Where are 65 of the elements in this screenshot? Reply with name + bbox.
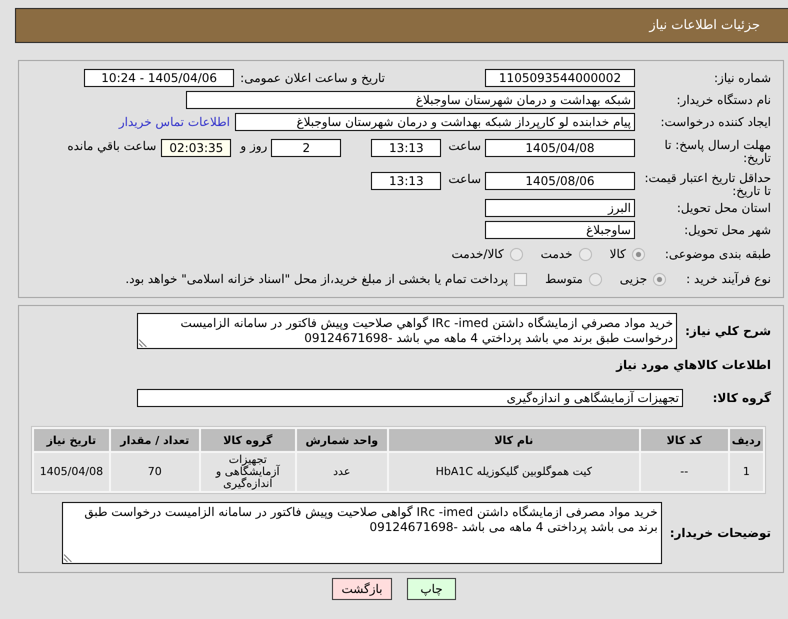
- field-label: شرح کلي نیاز:: [685, 324, 771, 338]
- radio-button[interactable]: [632, 248, 645, 260]
- table-cell: تجهیزات آزمایشگاهی و اندازه‌گیری: [200, 453, 295, 491]
- input-field[interactable]: پیام خدابنده لو کارپرداز شبکه بهداشت و درمان شهرستان ساوجبلاغ: [235, 113, 635, 131]
- column-header: تاریخ نیاز: [34, 429, 109, 451]
- field-label: شهر محل تحویل:: [683, 224, 771, 236]
- field-label: گروه کالا:: [712, 391, 771, 405]
- field-label: مهلت ارسال پاسخ: تا تاریخ:: [663, 139, 771, 165]
- input-field[interactable]: 13:13: [371, 139, 442, 157]
- input-field[interactable]: ساوجبلاغ: [485, 221, 635, 239]
- input-field[interactable]: 2: [271, 139, 342, 157]
- buyer-contact-link[interactable]: اطلاعات تماس خریدار: [118, 115, 230, 129]
- column-header: گروه کالا: [200, 429, 295, 451]
- field-label: تاریخ و ساعت اعلان عمومی:: [240, 71, 385, 85]
- description-field[interactable]: خريد مواد مصرفي ازمايشگاه داشتن IRc -imed گواهي صلاحيت وپيش فاکتور در سامانه الزاميست درخواست طبق برند مي باشد پرداختي 4 ماهه مي باشد -09124671698: [137, 313, 678, 349]
- input-field[interactable]: تجهیزات آزمایشگاهی و اندازه‌گیری: [137, 389, 683, 407]
- column-header: واحد شمارش: [296, 429, 387, 451]
- column-header: تعداد / مقدار: [110, 429, 199, 451]
- option-label: کالا: [610, 247, 626, 261]
- input-field[interactable]: 1405/04/06 - 10:24: [84, 69, 234, 87]
- field-label: طبقه بندی موضوعی:: [664, 248, 771, 260]
- checkbox-label: پرداخت تمام یا بخشی از مبلغ خرید،از محل "اسناد خزانه اسلامی" خواهد بود.: [125, 272, 508, 286]
- radio-button[interactable]: [588, 272, 602, 286]
- field-label: ساعت: [448, 139, 481, 153]
- option-label: کالا/خدمت: [451, 247, 504, 261]
- column-header: کد کالا: [640, 429, 728, 451]
- column-header: ردیف: [730, 429, 763, 451]
- field-label: ساعت باقي مانده: [67, 139, 156, 153]
- input-field[interactable]: 13:13: [371, 172, 442, 190]
- radio-button[interactable]: [578, 248, 592, 260]
- table-cell: 1: [730, 453, 763, 491]
- input-field[interactable]: 1405/08/06: [485, 172, 635, 190]
- radio-button[interactable]: [510, 248, 523, 260]
- option-label: جزیی: [620, 272, 648, 286]
- resize-grip-icon[interactable]: [64, 554, 72, 562]
- table-cell: 70: [110, 453, 199, 491]
- option-label: متوسط: [545, 272, 583, 286]
- field-label: نام دستگاه خریدار:: [676, 94, 771, 106]
- table-cell: عدد: [296, 453, 387, 491]
- table-cell: 1405/04/08: [34, 453, 109, 491]
- input-field[interactable]: شبکه بهداشت و درمان شهرستان ساوجبلاغ: [186, 91, 635, 109]
- option-label: خدمت: [540, 247, 573, 261]
- resize-grip-icon[interactable]: [139, 339, 148, 347]
- notes-field[interactable]: خرید مواد مصرفی ازمایشگاه داشتن IRc -imed گواهی صلاحیت وپیش فاکتور در سامانه الزامیست درخواست طبق برند می باشد پرداختی 4 ماهه می باشد -09124671698: [62, 502, 662, 564]
- field-label: توضیحات خریدار:: [670, 526, 771, 540]
- input-field[interactable]: 1405/04/08: [485, 139, 635, 157]
- section-title: اطلاعات کالاهاي مورد نیاز: [614, 358, 771, 372]
- input-field[interactable]: 02:03:35: [161, 139, 232, 157]
- input-field[interactable]: 1105093544000002: [485, 69, 635, 87]
- field-label: روز و: [240, 139, 268, 153]
- radio-button[interactable]: [653, 272, 666, 286]
- field-label: شماره نیاز:: [713, 72, 771, 84]
- print-button[interactable]: چاپ: [407, 578, 456, 600]
- column-header: نام کالا: [388, 429, 639, 451]
- table-cell: --: [640, 453, 728, 491]
- field-label: ساعت: [448, 172, 481, 186]
- field-label: نوع فرآیند خرید :: [686, 272, 771, 286]
- input-field[interactable]: البرز: [485, 199, 635, 217]
- page-title: جزئیات اطلاعات نیاز: [649, 18, 760, 33]
- back-button[interactable]: بازگشت: [332, 578, 392, 600]
- field-label: استان محل تحویل:: [676, 202, 771, 214]
- field-label: حداقل تاریخ اعتبار قیمت: تا تاریخ:: [643, 172, 771, 198]
- checkbox[interactable]: [514, 272, 528, 286]
- table-cell: کیت هموگلوبین گلیکوزیله HbA1C: [388, 453, 639, 491]
- field-label: ایجاد کننده درخواست:: [659, 116, 771, 128]
